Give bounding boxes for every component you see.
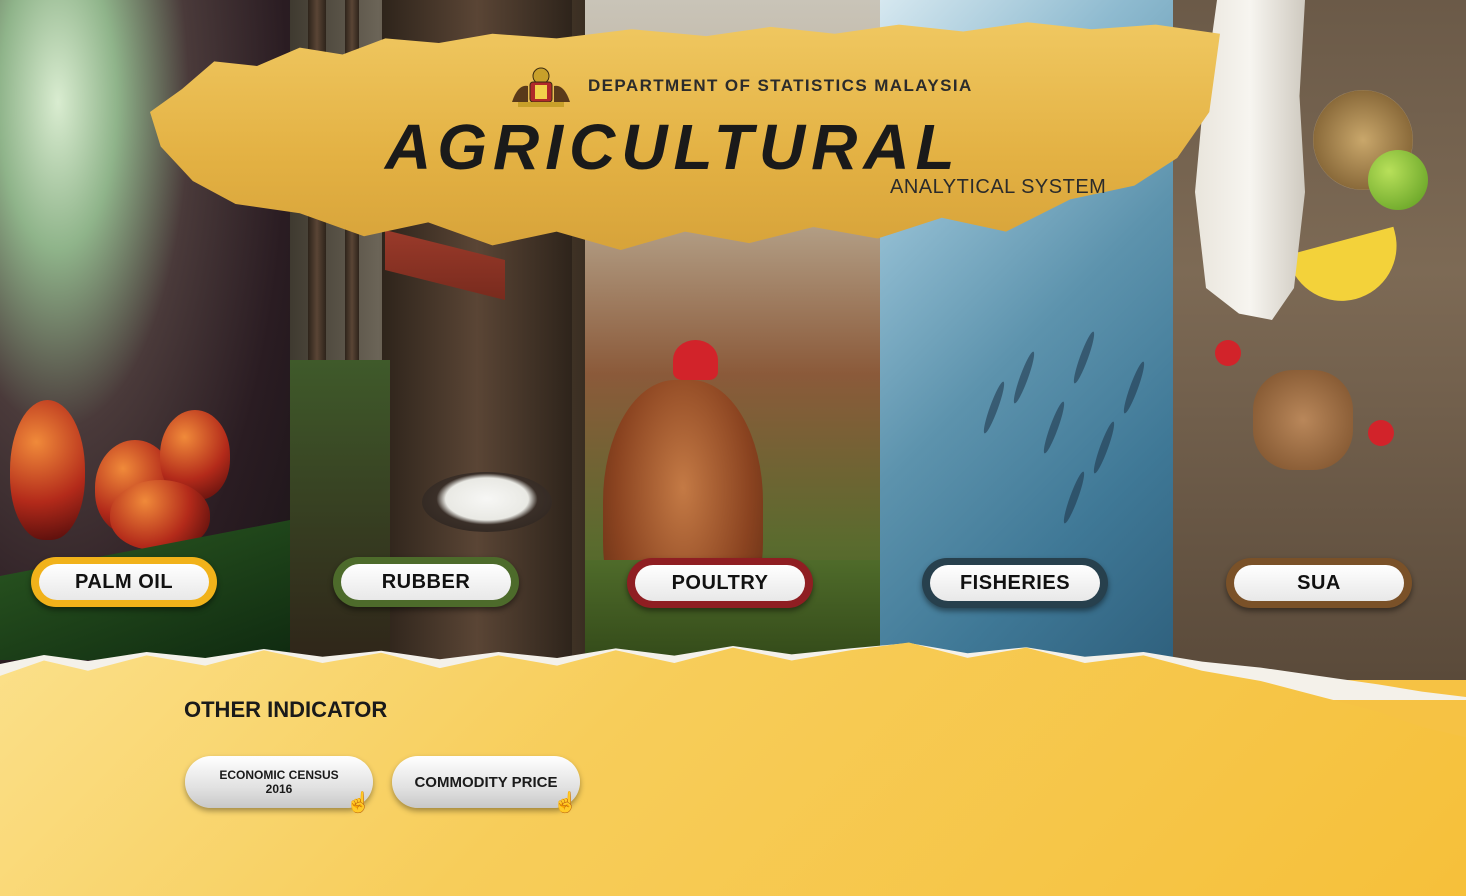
commodity-price-label: COMMODITY PRICE (414, 773, 558, 791)
forest-floor-image (290, 360, 390, 680)
app-subtitle: ANALYTICAL SYSTEM (890, 176, 1107, 198)
fish-shape (1090, 420, 1118, 475)
app-title: AGRICULTURAL (385, 111, 961, 183)
latex-cup-image (422, 472, 552, 532)
fisheries-label: FISHERIES (930, 565, 1100, 601)
fish-shape (1040, 400, 1068, 455)
bread-image (1253, 370, 1353, 470)
poultry-label: POULTRY (635, 565, 805, 601)
sua-label: SUA (1234, 565, 1404, 601)
fish-shape (1070, 330, 1098, 385)
fisheries-button[interactable]: FISHERIES (922, 558, 1108, 608)
palm-oil-label: PALM OIL (39, 564, 209, 600)
department-name: DEPARTMENT OF STATISTICS MALAYSIA (588, 76, 973, 95)
fish-shape (1120, 360, 1148, 415)
economic-census-year: 2016 (265, 782, 293, 796)
commodity-price-button[interactable]: COMMODITY PRICE (392, 756, 580, 808)
rubber-label: RUBBER (341, 564, 511, 600)
hand-pointer-icon: ☝ (346, 792, 371, 814)
tomato-image (1368, 420, 1394, 446)
other-indicator-title: OTHER INDICATOR (184, 697, 388, 722)
fish-shape (1010, 350, 1038, 405)
palm-oil-button[interactable]: PALM OIL (31, 557, 217, 607)
tomato-image (1215, 340, 1241, 366)
economic-census-label: ECONOMIC CENSUS (219, 768, 339, 782)
fish-shape (1060, 470, 1088, 525)
rubber-button[interactable]: RUBBER (333, 557, 519, 607)
hand-pointer-icon: ☝ (553, 792, 578, 814)
palm-fruit-image (10, 400, 85, 540)
chicken-comb-image (673, 340, 718, 380)
poultry-button[interactable]: POULTRY (627, 558, 813, 608)
sua-button[interactable]: SUA (1226, 558, 1412, 608)
banana-image (1287, 226, 1409, 314)
malaysia-crest-icon (512, 67, 570, 107)
economic-census-button[interactable]: ECONOMIC CENSUS 2016 (185, 756, 373, 808)
fish-shape (980, 380, 1008, 435)
apple-image (1368, 150, 1428, 210)
